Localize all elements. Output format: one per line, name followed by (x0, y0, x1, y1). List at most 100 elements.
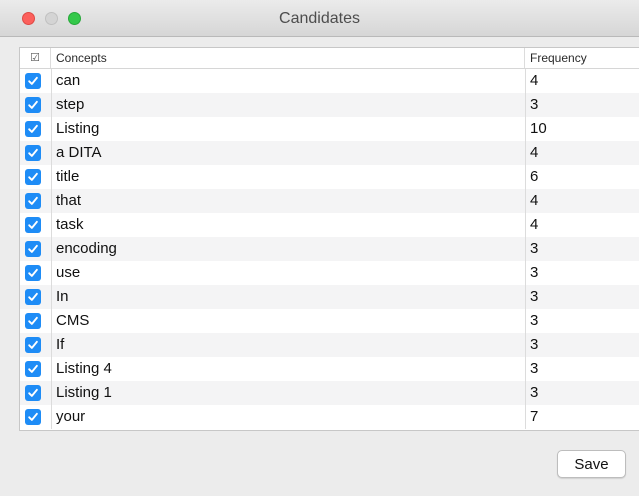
table-row[interactable]: Listing 10 (20, 117, 639, 141)
row-checkbox[interactable] (25, 337, 41, 353)
table-row[interactable]: If 3 (20, 333, 639, 357)
checkmark-icon (28, 412, 38, 421)
column-divider (51, 93, 52, 117)
frequency-cell: 10 (530, 120, 547, 137)
column-divider (51, 117, 52, 141)
concept-cell: your (56, 408, 86, 425)
column-divider (525, 357, 526, 381)
frequency-cell: 3 (530, 264, 539, 281)
frequency-cell: 6 (530, 168, 539, 185)
table-body: can 4 step 3 Listing 10 a DITA 4 title 6 that 4 task… (20, 69, 639, 429)
checkmark-icon (28, 292, 38, 301)
header-select-all-checkbox[interactable]: ☑ (20, 48, 51, 68)
column-divider (525, 117, 526, 141)
header-frequency[interactable]: Frequency (525, 48, 639, 68)
column-divider (525, 213, 526, 237)
column-divider (525, 381, 526, 405)
title-bar[interactable]: Candidates (0, 0, 639, 37)
concept-cell: task (56, 216, 84, 233)
checkmark-icon (28, 124, 38, 133)
row-checkbox[interactable] (25, 97, 41, 113)
checkmark-icon (28, 388, 38, 397)
column-divider (525, 333, 526, 357)
column-divider (51, 405, 52, 429)
checkmark-icon (28, 340, 38, 349)
table-row[interactable]: In 3 (20, 285, 639, 309)
row-checkbox[interactable] (25, 169, 41, 185)
checkmark-icon (28, 220, 38, 229)
frequency-cell: 4 (530, 216, 539, 233)
concept-cell: use (56, 264, 81, 281)
concept-cell: CMS (56, 312, 90, 329)
table-row[interactable]: your 7 (20, 405, 639, 429)
table-row[interactable]: step 3 (20, 93, 639, 117)
checkmark-icon (28, 148, 38, 157)
concept-cell: that (56, 192, 82, 209)
frequency-cell: 3 (530, 312, 539, 329)
column-divider (525, 189, 526, 213)
window-title: Candidates (279, 10, 360, 27)
column-divider (525, 285, 526, 309)
concept-cell: encoding (56, 240, 117, 257)
column-divider (525, 309, 526, 333)
checkmark-icon (28, 316, 38, 325)
concept-cell: title (56, 168, 80, 185)
frequency-cell: 7 (530, 408, 539, 425)
column-divider (525, 237, 526, 261)
table-header: ☑ Concepts Frequency (20, 48, 639, 69)
row-checkbox[interactable] (25, 361, 41, 377)
checkmark-icon (28, 244, 38, 253)
row-checkbox[interactable] (25, 313, 41, 329)
concept-cell: Listing 1 (56, 384, 112, 401)
table-row[interactable]: can 4 (20, 69, 639, 93)
frequency-cell: 3 (530, 336, 539, 353)
table-row[interactable]: that 4 (20, 189, 639, 213)
column-divider (51, 285, 52, 309)
column-divider (51, 381, 52, 405)
table-row[interactable]: use 3 (20, 261, 639, 285)
table-row[interactable]: task 4 (20, 213, 639, 237)
column-divider (51, 237, 52, 261)
candidates-table: ☑ Concepts Frequency can 4 step 3 Listing 10 a… (19, 47, 639, 431)
candidates-window: Candidates ☑ Concepts Frequency can 4 step… (0, 0, 639, 496)
concept-cell: a DITA (56, 144, 102, 161)
frequency-cell: 3 (530, 384, 539, 401)
row-checkbox[interactable] (25, 193, 41, 209)
row-checkbox[interactable] (25, 145, 41, 161)
row-checkbox[interactable] (25, 385, 41, 401)
table-row[interactable]: encoding 3 (20, 237, 639, 261)
table-row[interactable]: title 6 (20, 165, 639, 189)
row-checkbox[interactable] (25, 73, 41, 89)
column-divider (525, 141, 526, 165)
frequency-cell: 4 (530, 144, 539, 161)
checkmark-icon (28, 364, 38, 373)
table-row[interactable]: Listing 1 3 (20, 381, 639, 405)
row-checkbox[interactable] (25, 121, 41, 137)
table-row[interactable]: Listing 4 3 (20, 357, 639, 381)
concept-cell: Listing (56, 120, 100, 137)
row-checkbox[interactable] (25, 241, 41, 257)
row-checkbox[interactable] (25, 265, 41, 281)
row-checkbox[interactable] (25, 217, 41, 233)
checkmark-icon (28, 196, 38, 205)
frequency-cell: 4 (530, 192, 539, 209)
column-divider (525, 93, 526, 117)
row-checkbox[interactable] (25, 409, 41, 425)
concept-cell: can (56, 72, 81, 89)
header-concepts[interactable]: Concepts (51, 48, 525, 68)
table-row[interactable]: a DITA 4 (20, 141, 639, 165)
row-checkbox[interactable] (25, 289, 41, 305)
column-divider (51, 333, 52, 357)
column-divider (525, 165, 526, 189)
frequency-cell: 3 (530, 288, 539, 305)
column-divider (51, 165, 52, 189)
table-row[interactable]: CMS 3 (20, 309, 639, 333)
column-divider (51, 309, 52, 333)
checkmark-icon (28, 76, 38, 85)
column-divider (51, 357, 52, 381)
column-divider (51, 141, 52, 165)
concept-cell: step (56, 96, 85, 113)
column-divider (525, 405, 526, 429)
frequency-cell: 4 (530, 72, 539, 89)
save-button[interactable]: Save (557, 450, 626, 478)
